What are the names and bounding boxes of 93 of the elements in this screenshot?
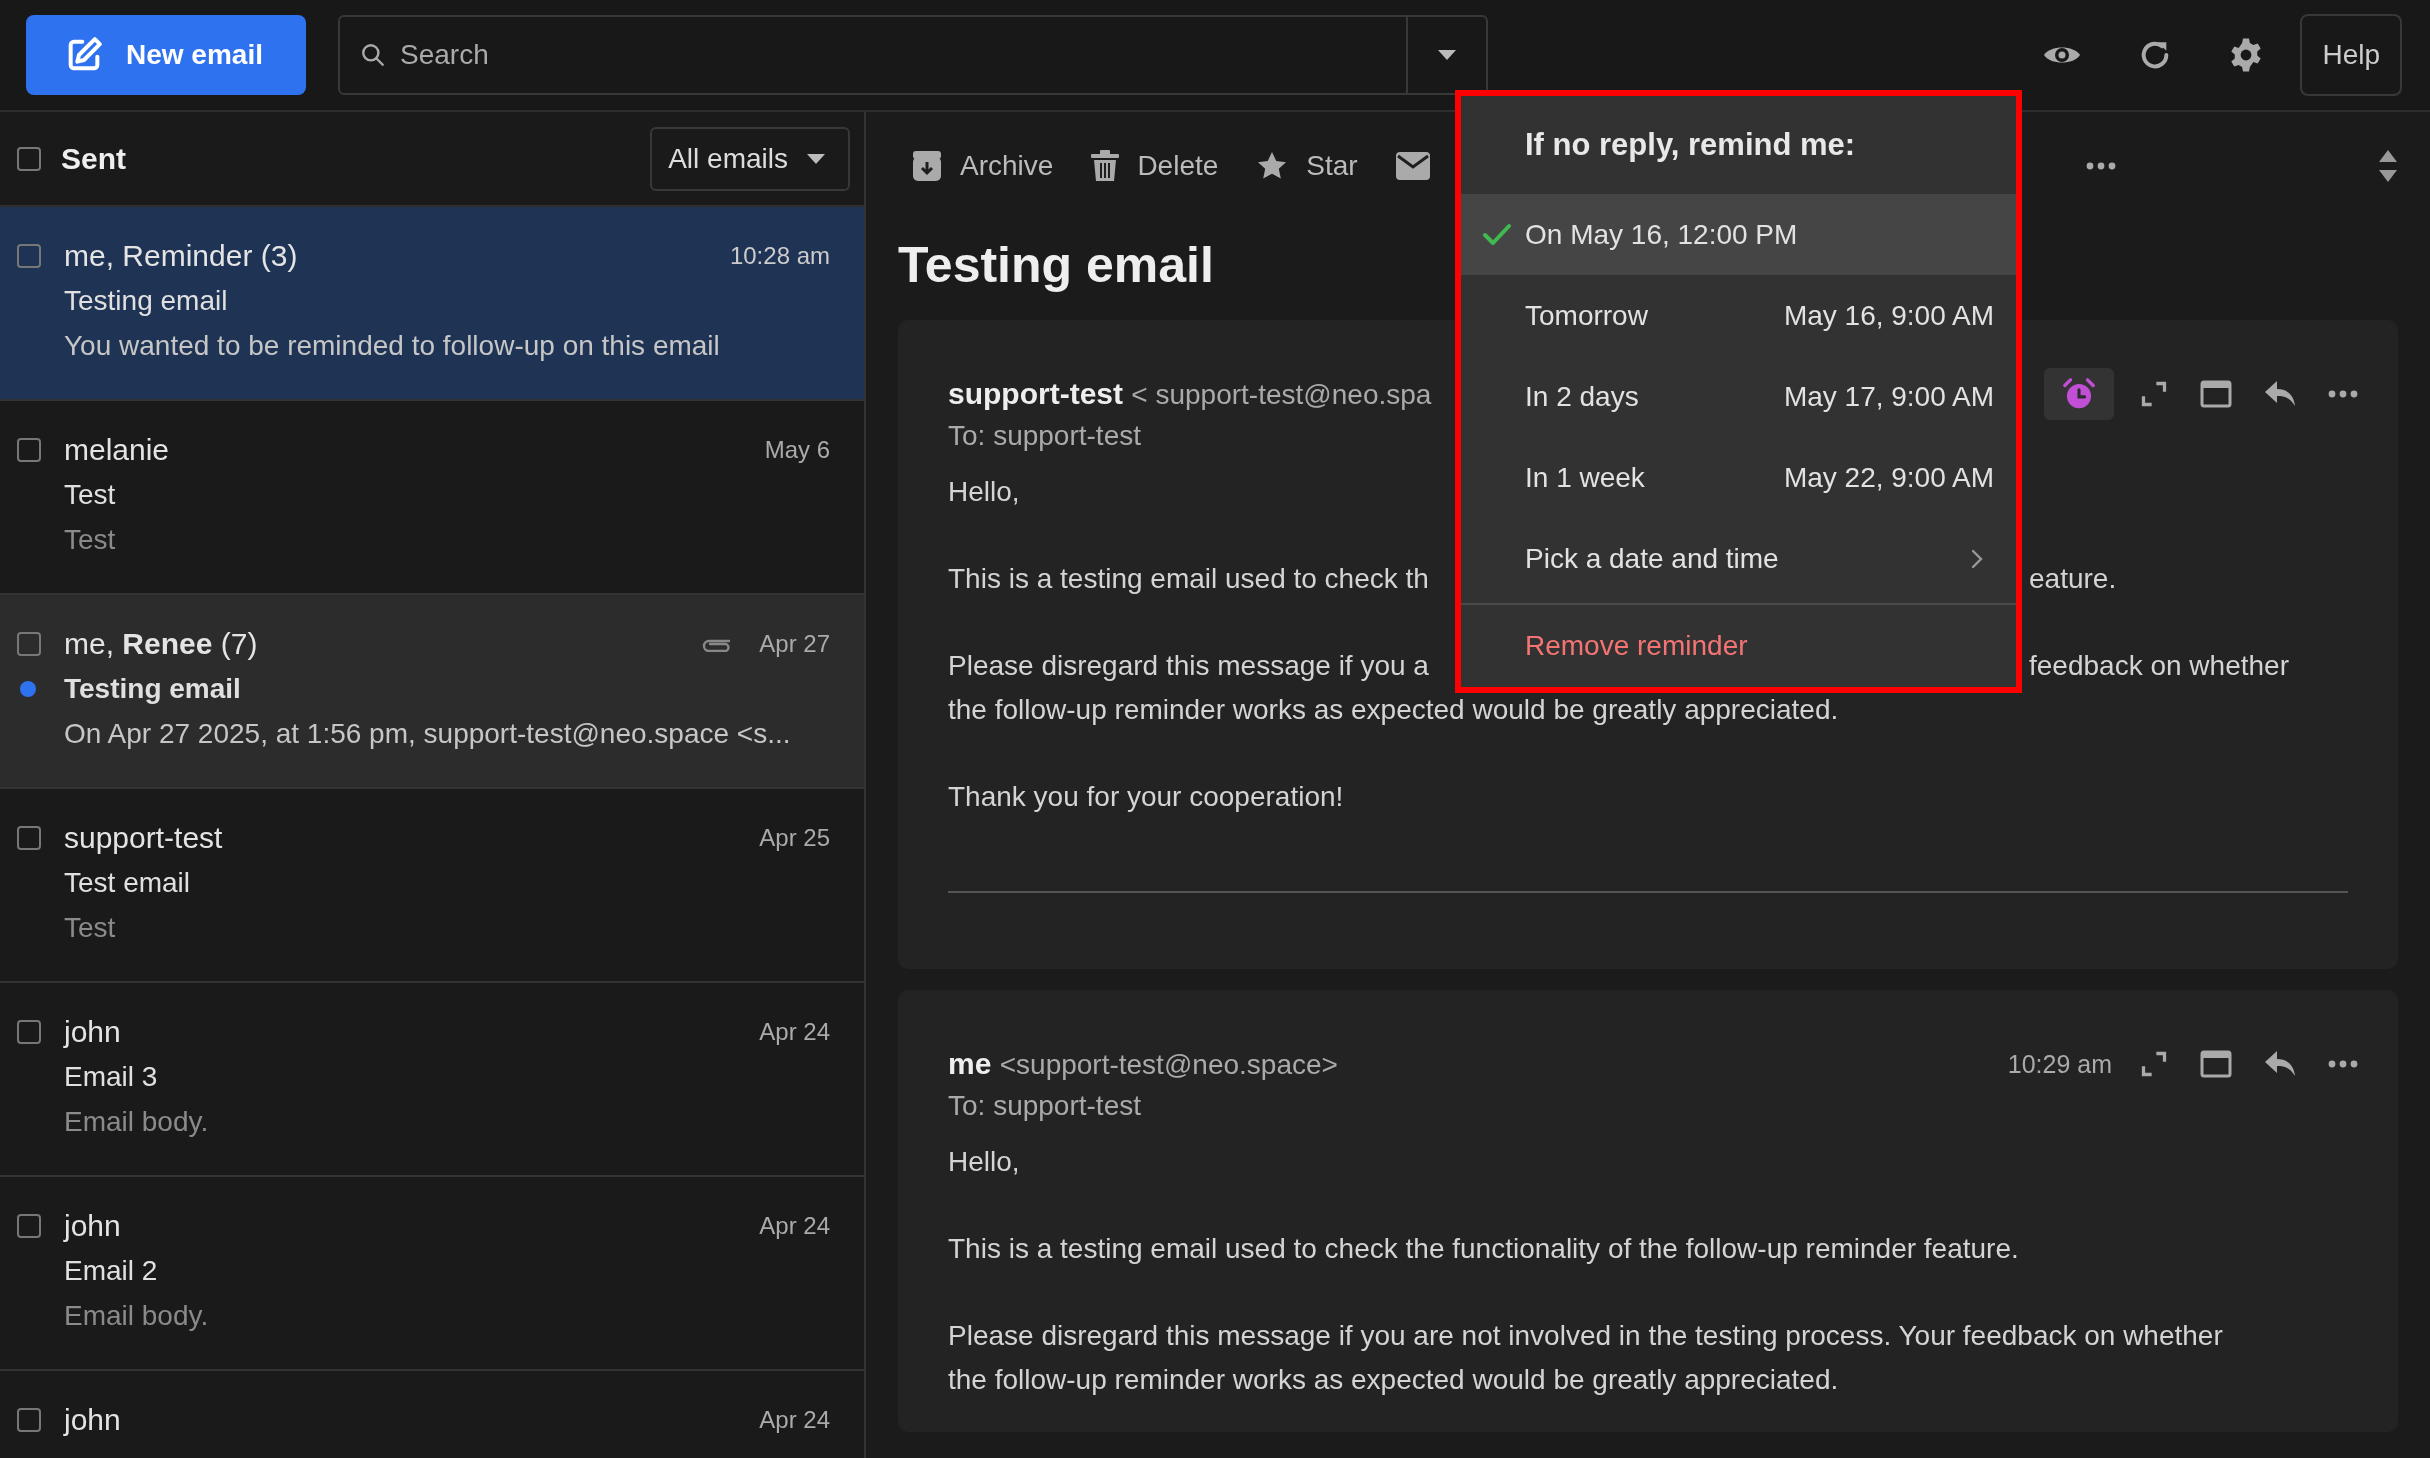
checkbox[interactable] bbox=[17, 825, 41, 850]
email-sender: me, Reminder (3) bbox=[64, 238, 299, 273]
email-preview: On Apr 27 2025, at 1:56 pm, support-test@neo.space <s... bbox=[64, 717, 792, 750]
search-icon bbox=[360, 42, 386, 68]
check-icon bbox=[1483, 222, 1511, 247]
remove-reminder-item[interactable]: Remove reminder bbox=[1461, 605, 2016, 687]
message-sender: me <support-test@neo.space> bbox=[948, 1047, 1338, 1081]
email-sender: john bbox=[64, 1014, 122, 1049]
email-subject: Email 2 bbox=[64, 1254, 159, 1287]
checkbox[interactable] bbox=[17, 437, 41, 462]
reminder-option[interactable]: On May 16, 12:00 PM bbox=[1461, 194, 2016, 275]
alarm-clock-icon bbox=[2062, 377, 2096, 411]
checkbox[interactable] bbox=[17, 1213, 41, 1238]
caret-icon bbox=[806, 152, 826, 165]
email-subject: Testing email bbox=[64, 284, 229, 317]
body-text: Hello, bbox=[948, 476, 1020, 507]
caret-icon[interactable] bbox=[1437, 49, 1457, 61]
expand-icon[interactable] bbox=[2140, 380, 2168, 408]
email-row[interactable]: me, Renee (7) Apr 27 Testing email On Apr 27 2025, at 1:56 pm, support-test@neo.space <s... bbox=[0, 595, 864, 789]
email-row[interactable]: john Apr 24 Email 3 Email body. bbox=[0, 983, 864, 1177]
reminder-option[interactable]: Tomorrow May 16, 9:00 AM bbox=[1461, 275, 2016, 356]
more-icon[interactable] bbox=[2328, 390, 2358, 398]
body-text: the follow-up reminder works as expected would be greatly appreciated. bbox=[948, 694, 1839, 725]
checkbox[interactable] bbox=[17, 1407, 41, 1432]
email-subject: Test email bbox=[64, 866, 192, 899]
body-text: feedback on whether bbox=[2029, 649, 2289, 683]
message-sender: support-test < support-test@neo.spa bbox=[948, 377, 1432, 411]
email-preview: Email body. bbox=[64, 1105, 210, 1138]
expand-icon[interactable] bbox=[2140, 1050, 2168, 1078]
email-subject: Email 3 bbox=[64, 1060, 159, 1093]
envelope-icon bbox=[1395, 152, 1430, 180]
menu-title: If no reply, remind me: bbox=[1524, 126, 1857, 164]
body-text: eature. bbox=[2029, 562, 2117, 596]
email-sender: support-test bbox=[64, 820, 224, 855]
checkbox[interactable] bbox=[17, 631, 41, 656]
message-time: 10:29 am bbox=[2007, 1049, 2112, 1079]
email-preview: Test bbox=[64, 911, 117, 944]
email-time: May 6 bbox=[764, 435, 830, 464]
reminder-option[interactable]: In 2 days May 17, 9:00 AM bbox=[1461, 356, 2016, 437]
help-button[interactable]: Help bbox=[2300, 14, 2402, 96]
delete-button[interactable]: Delete bbox=[1077, 150, 1243, 182]
filter-dropdown[interactable]: All emails bbox=[650, 126, 850, 191]
star-button[interactable]: Star bbox=[1242, 150, 1382, 182]
email-time: Apr 24 bbox=[759, 1405, 830, 1434]
email-time: 10:28 am bbox=[729, 241, 830, 270]
body-text: This is a testing email used to check the functionality of the follow-up reminder feature. bbox=[948, 1233, 2019, 1264]
email-sender: melanie bbox=[64, 432, 171, 467]
body-text: Please disregard this message if you are not involved in the testing process. Your feedback on whether bbox=[948, 1320, 2223, 1351]
thread-title: Testing email bbox=[898, 236, 1214, 294]
chevron-right-icon bbox=[1970, 547, 1984, 570]
search-field[interactable]: Search bbox=[338, 15, 1488, 95]
archive-button[interactable]: Archive bbox=[898, 150, 1078, 182]
email-time: Apr 27 bbox=[759, 629, 830, 658]
email-time: Apr 24 bbox=[759, 1211, 830, 1240]
reply-icon[interactable] bbox=[2264, 380, 2296, 408]
reply-icon[interactable] bbox=[2264, 1050, 2296, 1078]
body-text: This is a testing email used to check th bbox=[948, 562, 1429, 596]
email-time: Apr 24 bbox=[759, 1017, 830, 1046]
email-row[interactable]: john Apr 24 Email 2 Email body. bbox=[0, 1177, 864, 1371]
email-preview: You wanted to be reminded to follow-up on this email bbox=[64, 329, 721, 362]
email-row[interactable]: john Apr 24 bbox=[0, 1371, 864, 1458]
email-time: Apr 25 bbox=[759, 823, 830, 852]
email-subject: Testing email bbox=[64, 672, 242, 705]
archive-icon bbox=[912, 150, 942, 182]
search-input[interactable]: Search bbox=[398, 38, 1406, 72]
checkbox[interactable] bbox=[17, 243, 41, 268]
email-row[interactable]: support-test Apr 25 Test email Test bbox=[0, 789, 864, 983]
email-preview: Test bbox=[64, 523, 117, 556]
body-text: Please disregard this message if you a bbox=[948, 649, 1429, 683]
up-down-arrows-icon[interactable] bbox=[2378, 149, 2398, 183]
email-subject: Test bbox=[64, 478, 117, 511]
reminder-option[interactable]: Pick a date and time bbox=[1461, 518, 2016, 599]
trash-icon bbox=[1091, 150, 1120, 182]
new-email-button[interactable]: New email bbox=[26, 15, 306, 95]
more-icon[interactable] bbox=[2086, 162, 2116, 170]
window-icon[interactable] bbox=[2200, 1050, 2232, 1078]
folder-title: Sent bbox=[61, 141, 126, 176]
email-row[interactable]: me, Reminder (3) 10:28 am Testing email You wanted to be reminded to follow-up on this email bbox=[0, 207, 864, 401]
reminder-button[interactable] bbox=[2044, 368, 2114, 420]
message-recipient: To: support-test bbox=[948, 419, 1142, 453]
more-icon[interactable] bbox=[2328, 1060, 2358, 1068]
email-sender: john bbox=[64, 1208, 122, 1243]
email-preview: Email body. bbox=[64, 1299, 210, 1332]
reminder-option[interactable]: In 1 week May 22, 9:00 AM bbox=[1461, 437, 2016, 518]
checkbox[interactable] bbox=[17, 146, 41, 171]
email-sender: me, Renee (7) bbox=[64, 626, 259, 661]
checkbox[interactable] bbox=[17, 1019, 41, 1044]
body-text: the follow-up reminder works as expected would be greatly appreciated. bbox=[948, 1364, 1839, 1395]
email-sender: john bbox=[64, 1402, 122, 1437]
body-text: Thank you for your cooperation! bbox=[948, 781, 1344, 812]
message-recipient: To: support-test bbox=[948, 1089, 1142, 1123]
window-icon[interactable] bbox=[2200, 380, 2232, 408]
body-text: Hello, bbox=[948, 1146, 1020, 1177]
